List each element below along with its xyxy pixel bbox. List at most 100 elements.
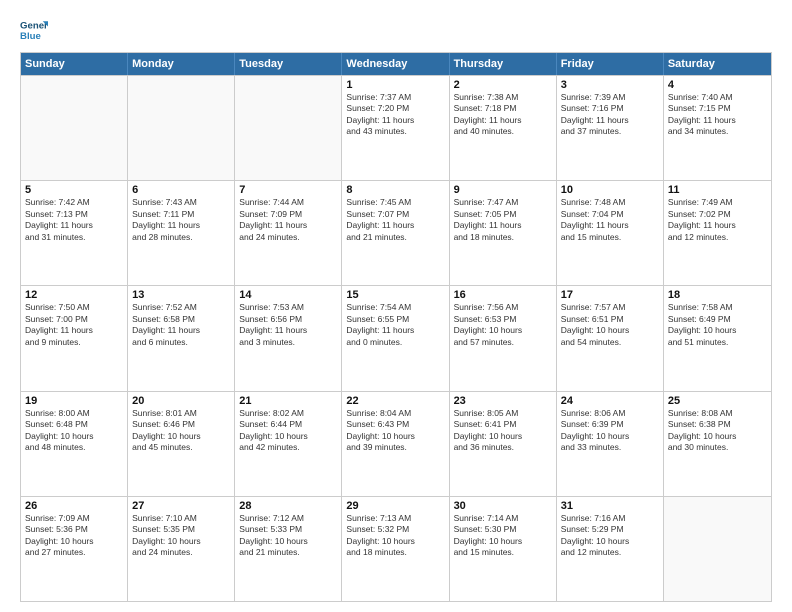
day-info: Sunrise: 7:12 AM Sunset: 5:33 PM Dayligh… bbox=[239, 513, 337, 559]
day-info: Sunrise: 7:49 AM Sunset: 7:02 PM Dayligh… bbox=[668, 197, 767, 243]
day-number: 9 bbox=[454, 184, 552, 196]
empty-cell bbox=[664, 497, 771, 601]
day-number: 4 bbox=[668, 79, 767, 91]
header-day-tuesday: Tuesday bbox=[235, 53, 342, 75]
day-info: Sunrise: 7:58 AM Sunset: 6:49 PM Dayligh… bbox=[668, 302, 767, 348]
day-24: 24Sunrise: 8:06 AM Sunset: 6:39 PM Dayli… bbox=[557, 392, 664, 496]
day-number: 3 bbox=[561, 79, 659, 91]
day-number: 22 bbox=[346, 395, 444, 407]
logo-icon: General Blue bbox=[20, 16, 48, 44]
header-day-friday: Friday bbox=[557, 53, 664, 75]
day-number: 30 bbox=[454, 500, 552, 512]
day-23: 23Sunrise: 8:05 AM Sunset: 6:41 PM Dayli… bbox=[450, 392, 557, 496]
day-16: 16Sunrise: 7:56 AM Sunset: 6:53 PM Dayli… bbox=[450, 286, 557, 390]
day-13: 13Sunrise: 7:52 AM Sunset: 6:58 PM Dayli… bbox=[128, 286, 235, 390]
day-2: 2Sunrise: 7:38 AM Sunset: 7:18 PM Daylig… bbox=[450, 76, 557, 180]
day-1: 1Sunrise: 7:37 AM Sunset: 7:20 PM Daylig… bbox=[342, 76, 449, 180]
day-19: 19Sunrise: 8:00 AM Sunset: 6:48 PM Dayli… bbox=[21, 392, 128, 496]
calendar-header: SundayMondayTuesdayWednesdayThursdayFrid… bbox=[21, 53, 771, 75]
day-14: 14Sunrise: 7:53 AM Sunset: 6:56 PM Dayli… bbox=[235, 286, 342, 390]
day-29: 29Sunrise: 7:13 AM Sunset: 5:32 PM Dayli… bbox=[342, 497, 449, 601]
day-number: 24 bbox=[561, 395, 659, 407]
day-number: 11 bbox=[668, 184, 767, 196]
day-number: 1 bbox=[346, 79, 444, 91]
day-11: 11Sunrise: 7:49 AM Sunset: 7:02 PM Dayli… bbox=[664, 181, 771, 285]
header: General Blue bbox=[20, 16, 772, 44]
day-info: Sunrise: 7:42 AM Sunset: 7:13 PM Dayligh… bbox=[25, 197, 123, 243]
header-day-saturday: Saturday bbox=[664, 53, 771, 75]
day-30: 30Sunrise: 7:14 AM Sunset: 5:30 PM Dayli… bbox=[450, 497, 557, 601]
day-number: 29 bbox=[346, 500, 444, 512]
day-3: 3Sunrise: 7:39 AM Sunset: 7:16 PM Daylig… bbox=[557, 76, 664, 180]
day-info: Sunrise: 7:53 AM Sunset: 6:56 PM Dayligh… bbox=[239, 302, 337, 348]
day-number: 23 bbox=[454, 395, 552, 407]
day-info: Sunrise: 7:16 AM Sunset: 5:29 PM Dayligh… bbox=[561, 513, 659, 559]
day-info: Sunrise: 8:06 AM Sunset: 6:39 PM Dayligh… bbox=[561, 408, 659, 454]
day-25: 25Sunrise: 8:08 AM Sunset: 6:38 PM Dayli… bbox=[664, 392, 771, 496]
header-day-monday: Monday bbox=[128, 53, 235, 75]
day-number: 15 bbox=[346, 289, 444, 301]
day-number: 13 bbox=[132, 289, 230, 301]
day-number: 8 bbox=[346, 184, 444, 196]
day-26: 26Sunrise: 7:09 AM Sunset: 5:36 PM Dayli… bbox=[21, 497, 128, 601]
day-10: 10Sunrise: 7:48 AM Sunset: 7:04 PM Dayli… bbox=[557, 181, 664, 285]
day-info: Sunrise: 7:47 AM Sunset: 7:05 PM Dayligh… bbox=[454, 197, 552, 243]
header-day-sunday: Sunday bbox=[21, 53, 128, 75]
day-number: 7 bbox=[239, 184, 337, 196]
day-info: Sunrise: 8:01 AM Sunset: 6:46 PM Dayligh… bbox=[132, 408, 230, 454]
day-number: 2 bbox=[454, 79, 552, 91]
day-28: 28Sunrise: 7:12 AM Sunset: 5:33 PM Dayli… bbox=[235, 497, 342, 601]
svg-text:Blue: Blue bbox=[20, 31, 41, 42]
week-row-1: 5Sunrise: 7:42 AM Sunset: 7:13 PM Daylig… bbox=[21, 180, 771, 285]
day-number: 19 bbox=[25, 395, 123, 407]
week-row-0: 1Sunrise: 7:37 AM Sunset: 7:20 PM Daylig… bbox=[21, 75, 771, 180]
day-number: 5 bbox=[25, 184, 123, 196]
week-row-4: 26Sunrise: 7:09 AM Sunset: 5:36 PM Dayli… bbox=[21, 496, 771, 601]
day-info: Sunrise: 7:43 AM Sunset: 7:11 PM Dayligh… bbox=[132, 197, 230, 243]
day-20: 20Sunrise: 8:01 AM Sunset: 6:46 PM Dayli… bbox=[128, 392, 235, 496]
day-number: 26 bbox=[25, 500, 123, 512]
day-18: 18Sunrise: 7:58 AM Sunset: 6:49 PM Dayli… bbox=[664, 286, 771, 390]
calendar: SundayMondayTuesdayWednesdayThursdayFrid… bbox=[20, 52, 772, 602]
day-info: Sunrise: 7:48 AM Sunset: 7:04 PM Dayligh… bbox=[561, 197, 659, 243]
day-number: 18 bbox=[668, 289, 767, 301]
day-4: 4Sunrise: 7:40 AM Sunset: 7:15 PM Daylig… bbox=[664, 76, 771, 180]
page: General Blue SundayMondayTuesdayWednesda… bbox=[0, 0, 792, 612]
day-12: 12Sunrise: 7:50 AM Sunset: 7:00 PM Dayli… bbox=[21, 286, 128, 390]
day-info: Sunrise: 7:56 AM Sunset: 6:53 PM Dayligh… bbox=[454, 302, 552, 348]
day-info: Sunrise: 7:52 AM Sunset: 6:58 PM Dayligh… bbox=[132, 302, 230, 348]
day-17: 17Sunrise: 7:57 AM Sunset: 6:51 PM Dayli… bbox=[557, 286, 664, 390]
day-7: 7Sunrise: 7:44 AM Sunset: 7:09 PM Daylig… bbox=[235, 181, 342, 285]
logo: General Blue bbox=[20, 16, 48, 44]
day-info: Sunrise: 8:04 AM Sunset: 6:43 PM Dayligh… bbox=[346, 408, 444, 454]
empty-cell bbox=[21, 76, 128, 180]
day-number: 20 bbox=[132, 395, 230, 407]
day-27: 27Sunrise: 7:10 AM Sunset: 5:35 PM Dayli… bbox=[128, 497, 235, 601]
calendar-body: 1Sunrise: 7:37 AM Sunset: 7:20 PM Daylig… bbox=[21, 75, 771, 601]
day-21: 21Sunrise: 8:02 AM Sunset: 6:44 PM Dayli… bbox=[235, 392, 342, 496]
day-number: 6 bbox=[132, 184, 230, 196]
empty-cell bbox=[235, 76, 342, 180]
day-number: 28 bbox=[239, 500, 337, 512]
day-number: 10 bbox=[561, 184, 659, 196]
day-info: Sunrise: 7:44 AM Sunset: 7:09 PM Dayligh… bbox=[239, 197, 337, 243]
day-9: 9Sunrise: 7:47 AM Sunset: 7:05 PM Daylig… bbox=[450, 181, 557, 285]
day-info: Sunrise: 7:09 AM Sunset: 5:36 PM Dayligh… bbox=[25, 513, 123, 559]
day-info: Sunrise: 7:40 AM Sunset: 7:15 PM Dayligh… bbox=[668, 92, 767, 138]
day-number: 17 bbox=[561, 289, 659, 301]
day-8: 8Sunrise: 7:45 AM Sunset: 7:07 PM Daylig… bbox=[342, 181, 449, 285]
day-5: 5Sunrise: 7:42 AM Sunset: 7:13 PM Daylig… bbox=[21, 181, 128, 285]
header-day-thursday: Thursday bbox=[450, 53, 557, 75]
day-info: Sunrise: 8:08 AM Sunset: 6:38 PM Dayligh… bbox=[668, 408, 767, 454]
day-15: 15Sunrise: 7:54 AM Sunset: 6:55 PM Dayli… bbox=[342, 286, 449, 390]
day-number: 21 bbox=[239, 395, 337, 407]
day-number: 25 bbox=[668, 395, 767, 407]
day-number: 16 bbox=[454, 289, 552, 301]
week-row-2: 12Sunrise: 7:50 AM Sunset: 7:00 PM Dayli… bbox=[21, 285, 771, 390]
day-info: Sunrise: 7:39 AM Sunset: 7:16 PM Dayligh… bbox=[561, 92, 659, 138]
day-info: Sunrise: 8:00 AM Sunset: 6:48 PM Dayligh… bbox=[25, 408, 123, 454]
day-number: 31 bbox=[561, 500, 659, 512]
day-31: 31Sunrise: 7:16 AM Sunset: 5:29 PM Dayli… bbox=[557, 497, 664, 601]
day-info: Sunrise: 7:10 AM Sunset: 5:35 PM Dayligh… bbox=[132, 513, 230, 559]
day-info: Sunrise: 7:14 AM Sunset: 5:30 PM Dayligh… bbox=[454, 513, 552, 559]
